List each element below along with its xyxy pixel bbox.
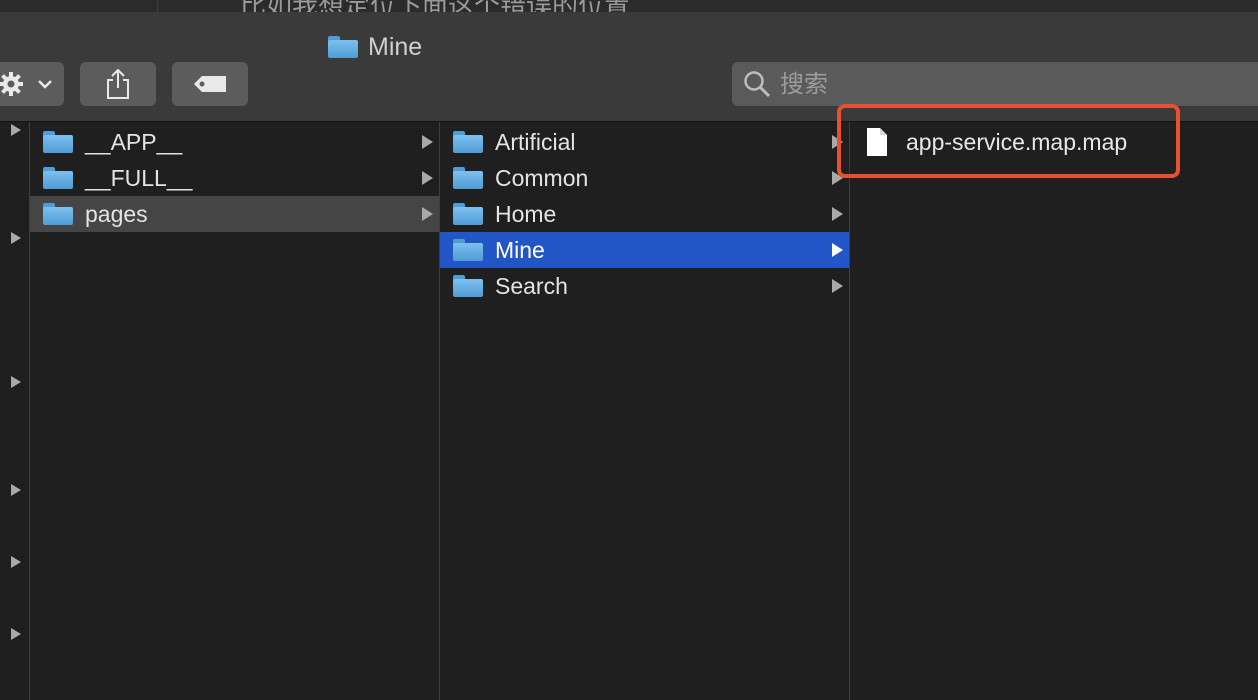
chevron-right-icon [832,279,843,293]
folder-label: __APP__ [85,128,183,155]
share-icon [107,68,129,99]
window-title-label: Mine [368,32,423,61]
folder-label: Home [495,200,557,227]
folder-item-selected[interactable]: pages [30,196,439,232]
window-title: Mine [328,32,422,62]
column-2: Artificial Common Home Mine Search [440,122,850,700]
folder-icon [328,36,358,58]
folder-item[interactable]: Common [440,160,849,196]
folder-label: __FULL__ [85,164,193,191]
chevron-right-icon [832,207,843,221]
column-0 [0,122,30,700]
tag-button[interactable] [172,62,248,106]
chevron-down-icon [38,80,52,89]
chevron-right-icon [422,207,433,221]
folder-label: Mine [495,236,545,263]
column-browser: __APP__ __FULL__ pages Artificial Common… [0,122,1258,700]
folder-item[interactable]: Search [440,268,849,304]
search-field[interactable] [732,62,1258,106]
annotation-highlight-box [837,104,1180,178]
folder-item-selected[interactable]: Mine [440,232,849,268]
column-1: __APP__ __FULL__ pages [30,122,440,700]
folder-label: Artificial [495,128,576,155]
column-3: app-service.map.map [850,122,1258,700]
chevron-right-icon [832,243,843,257]
disclosure-arrow-icon[interactable] [11,628,21,640]
folder-icon [453,239,483,261]
background-window-text: 比如我想定位下面这个错误的位置 [240,0,630,12]
folder-icon [43,203,73,225]
chevron-right-icon [422,135,433,149]
chevron-right-icon [422,171,433,185]
tag-icon [194,76,226,92]
share-button[interactable] [80,62,156,106]
search-icon [744,71,771,98]
folder-label: Common [495,164,589,191]
folder-label: pages [85,200,148,227]
folder-icon [453,203,483,225]
action-menu-button[interactable] [0,62,64,106]
folder-icon [43,131,73,153]
disclosure-arrow-icon[interactable] [11,484,21,496]
folder-item[interactable]: __APP__ [30,124,439,160]
search-input[interactable] [780,70,1180,98]
folder-icon [453,275,483,297]
folder-icon [43,167,73,189]
folder-item[interactable]: Home [440,196,849,232]
finder-window: 比如我想定位下面这个错误的位置 Mine [0,0,1258,700]
disclosure-arrow-icon[interactable] [11,232,21,244]
background-window-strip: 比如我想定位下面这个错误的位置 [0,0,1258,12]
folder-icon [453,131,483,153]
folder-label: Search [495,272,568,299]
folder-icon [453,167,483,189]
disclosure-arrow-icon[interactable] [11,556,21,568]
disclosure-arrow-icon[interactable] [11,124,21,136]
gear-icon [0,71,52,97]
disclosure-arrow-icon[interactable] [11,376,21,388]
folder-item[interactable]: Artificial [440,124,849,160]
strip-divider [157,0,158,12]
folder-item[interactable]: __FULL__ [30,160,439,196]
